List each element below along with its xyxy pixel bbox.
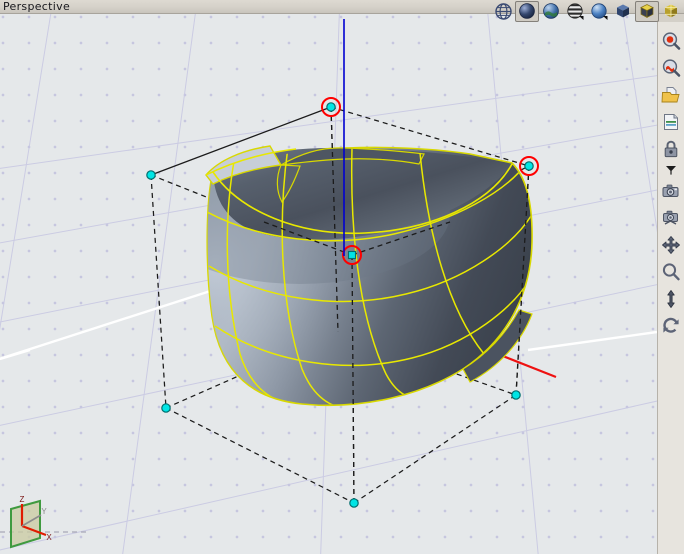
zoom-out-icon: [662, 58, 681, 77]
zoom-in-icon: [662, 31, 681, 50]
control-point[interactable]: [511, 390, 521, 400]
control-point[interactable]: [349, 498, 359, 508]
dolly-updown-icon: [667, 289, 675, 308]
camera-icon-button[interactable]: [659, 178, 684, 203]
display-mode-toolbar[interactable]: [490, 0, 684, 22]
dolly-updown-icon-button[interactable]: [659, 286, 684, 311]
chevron-down-icon-button[interactable]: [659, 163, 684, 176]
gold-cube-icon-button[interactable]: [635, 0, 659, 22]
ghosted-sphere-icon-button[interactable]: [563, 1, 587, 22]
open-folder-icon: [661, 86, 680, 102]
pan-move-icon: [662, 235, 680, 254]
lock-icon-button[interactable]: [659, 136, 684, 161]
new-document-icon: [664, 113, 678, 130]
magnifier-icon-button[interactable]: [659, 259, 684, 284]
rotate-refresh-icon: [663, 317, 679, 333]
camera-icon: [662, 184, 679, 197]
view-tools-sidebar[interactable]: [657, 22, 684, 554]
rendered-sphere-icon-button[interactable]: [539, 1, 563, 22]
control-point[interactable]: [146, 170, 156, 180]
rotate-refresh-icon-button[interactable]: [659, 313, 684, 338]
camera-target-icon: [663, 210, 678, 225]
chevron-down-icon: [666, 166, 676, 175]
magnifier-icon: [662, 262, 680, 280]
ghosted-sphere-icon: [567, 3, 584, 20]
gold-wire-cube-icon-button[interactable]: [659, 1, 683, 22]
shaded-sphere-icon: [519, 3, 535, 19]
rhino-3d-window: Perspective Z X Y: [0, 0, 684, 554]
perspective-viewport[interactable]: Z X Y: [0, 14, 657, 554]
new-document-icon-button[interactable]: [659, 109, 684, 134]
open-folder-icon-button[interactable]: [659, 82, 684, 107]
xray-sphere-icon: [591, 3, 608, 20]
viewport-title-label[interactable]: Perspective: [0, 1, 70, 12]
zoom-in-icon-button[interactable]: [659, 28, 684, 53]
wireframe-globe-icon-button[interactable]: [491, 1, 515, 22]
gizmo-y-label: Y: [41, 507, 47, 516]
wireframe-globe-icon: [494, 2, 512, 20]
rendered-sphere-icon: [543, 3, 559, 19]
pan-move-icon-button[interactable]: [659, 232, 684, 257]
lock-icon: [664, 140, 678, 157]
solid-cube-icon-button[interactable]: [611, 1, 635, 22]
gizmo-x-label: X: [46, 533, 52, 542]
shaded-sphere-icon-button[interactable]: [515, 0, 539, 22]
solid-cube-icon: [617, 4, 629, 18]
gold-wire-cube-icon: [665, 4, 677, 18]
gold-cube-icon: [640, 4, 654, 18]
viewport-canvas[interactable]: Z X Y: [0, 14, 657, 554]
xray-sphere-icon-button[interactable]: [587, 1, 611, 22]
control-point[interactable]: [161, 403, 171, 413]
camera-target-icon-button[interactable]: [659, 205, 684, 230]
gizmo-z-label: Z: [20, 495, 25, 504]
zoom-out-icon-button[interactable]: [659, 55, 684, 80]
